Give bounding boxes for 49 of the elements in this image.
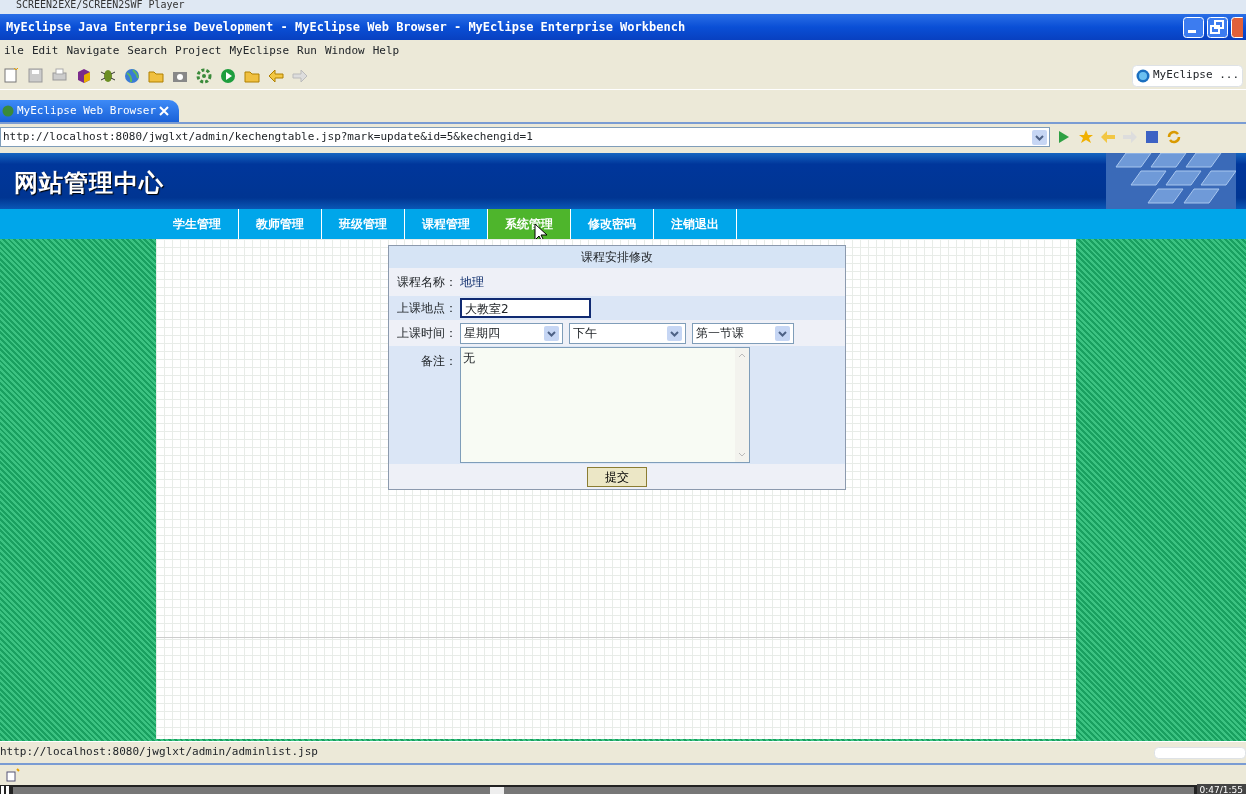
remarks-field[interactable]: 无 (460, 347, 750, 463)
save-icon[interactable] (27, 66, 45, 85)
window-title: MyEclipse Java Enterprise Development - MyEclipse Web Browser - MyEclipse Enterprise Workbench (6, 19, 687, 36)
menu-item[interactable]: Window (320, 42, 369, 60)
perspective-button[interactable]: MyEclipse ... (1131, 64, 1243, 87)
field-label: 课程名称： (396, 274, 457, 291)
field-value: 地理 (460, 274, 484, 291)
menu-item[interactable]: Project (171, 42, 226, 60)
logo-icon (1135, 68, 1150, 83)
select-field[interactable]: 第一节课 (692, 322, 794, 344)
stop-icon[interactable] (1144, 129, 1160, 145)
menu-item[interactable]: Help (368, 42, 404, 60)
url-field[interactable]: http://localhost:8080/jwglxt/admin/kechengtable.jsp?mark=update&id=5&kechengid=1 (0, 127, 1050, 147)
location-field[interactable]: 大教室2 (460, 298, 591, 318)
dropdown-icon (667, 325, 682, 341)
menu-item[interactable]: Edit (27, 42, 63, 60)
minimize-icon[interactable] (1183, 16, 1204, 38)
select-field[interactable]: 下午 (569, 322, 686, 344)
form-title: 课程安排修改 (389, 246, 845, 268)
close-icon[interactable] (1231, 16, 1243, 38)
menu-item[interactable]: Navigate (62, 42, 124, 60)
time-label: 0:47/1:55 (1196, 784, 1246, 794)
editor-tab[interactable]: MyEclipse Web Browser (0, 100, 180, 122)
status-text: http://localhost:8080/jwglxt/admin/adminlist.jsp (0, 744, 319, 761)
scrollbar[interactable] (735, 348, 749, 462)
submit-button[interactable]: 提交 (587, 466, 647, 487)
menu-item[interactable]: Search (123, 42, 172, 60)
field-label: 上课时间： (396, 325, 457, 342)
seek-thumb[interactable] (490, 787, 504, 794)
menu-item[interactable]: ile (0, 42, 28, 60)
pause-icon[interactable] (0, 786, 10, 794)
new-file-icon[interactable] (3, 66, 21, 85)
restore-icon[interactable] (1207, 16, 1228, 38)
site-title: 网站管理中心 (13, 168, 164, 199)
dropdown-icon (775, 325, 790, 341)
gear-icon[interactable] (195, 66, 213, 85)
dropdown-icon (544, 325, 559, 341)
menu-item[interactable]: Run (293, 42, 321, 60)
field-label: 备注： (420, 353, 457, 370)
select-field[interactable]: 星期四 (460, 322, 563, 344)
star-icon[interactable] (1078, 129, 1094, 145)
menu-item[interactable]: MyEclipse (225, 42, 294, 60)
refresh-icon[interactable] (1166, 129, 1182, 145)
close-icon[interactable] (159, 106, 170, 116)
field-label: 上课地点： (396, 300, 457, 317)
cube-icon[interactable] (75, 66, 93, 85)
play-icon[interactable] (219, 66, 237, 85)
dropdown-icon[interactable] (1032, 129, 1047, 145)
player-title: SCREEN2EXE/SCREEN2SWF Player (0, 0, 1246, 14)
